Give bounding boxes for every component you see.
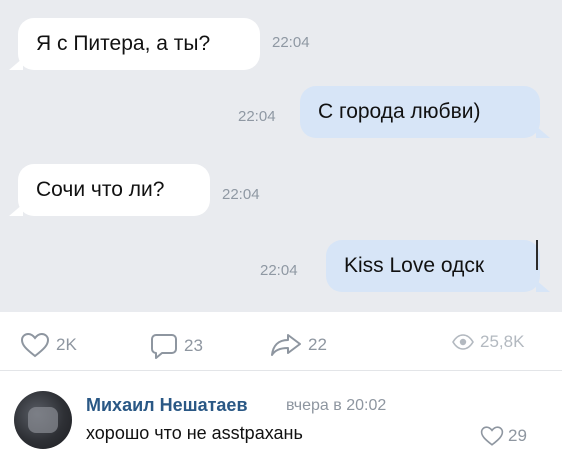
share-button[interactable]: 22: [270, 332, 327, 358]
like-count: 2K: [56, 335, 77, 354]
comment-like-button[interactable]: 29: [480, 425, 527, 447]
text-cursor: [536, 240, 538, 270]
comment-like-count: 29: [508, 426, 527, 445]
message-incoming: Сочи что ли?: [9, 164, 210, 216]
bubble-tail: [9, 58, 23, 70]
avatar-image: [28, 407, 58, 433]
comment-text: хорошо что не asstрахань: [86, 423, 303, 443]
comment-timestamp[interactable]: вчера в 20:02: [286, 397, 386, 415]
avatar[interactable]: [14, 391, 72, 449]
message-text: Я с Питера, а ты?: [36, 32, 211, 55]
comment-count: 23: [184, 336, 203, 355]
eye-icon: [452, 334, 474, 350]
share-count: 22: [308, 335, 327, 354]
comment-author-link[interactable]: Михаил Нешатаев: [86, 395, 248, 416]
message-time: 22:04: [222, 186, 260, 203]
bubble-tail: [536, 280, 550, 292]
message-time: 22:04: [260, 262, 298, 279]
share-arrow-icon: [270, 332, 302, 358]
comment-button[interactable]: 23: [150, 332, 203, 360]
message-time: 22:04: [238, 108, 276, 125]
like-button[interactable]: 2K: [20, 332, 77, 358]
post-action-bar: 2K 23 22 25,8K: [0, 312, 562, 370]
bubble-tail: [9, 204, 23, 216]
comment-item: Михаил Нешатаев вчера в 20:02 хорошо что…: [0, 371, 562, 470]
views-count: 25,8K: [480, 332, 525, 351]
speech-bubble-icon: [150, 332, 178, 360]
bubble-tail: [536, 126, 550, 138]
message-text: Сочи что ли?: [36, 178, 165, 201]
message-outgoing: С города любви): [300, 86, 550, 138]
message-outgoing: Kiss Love одск: [326, 240, 550, 292]
heart-outline-icon: [20, 332, 50, 358]
chat-screenshot: Я с Питера, а ты? 22:04 С города любви) …: [0, 0, 562, 312]
message-text: С города любви): [318, 100, 481, 123]
message-time: 22:04: [272, 34, 310, 51]
heart-outline-icon: [480, 425, 504, 447]
message-text: Kiss Love одск: [344, 254, 485, 277]
views-counter: 25,8K: [452, 332, 524, 352]
message-incoming: Я с Питера, а ты?: [9, 18, 260, 70]
